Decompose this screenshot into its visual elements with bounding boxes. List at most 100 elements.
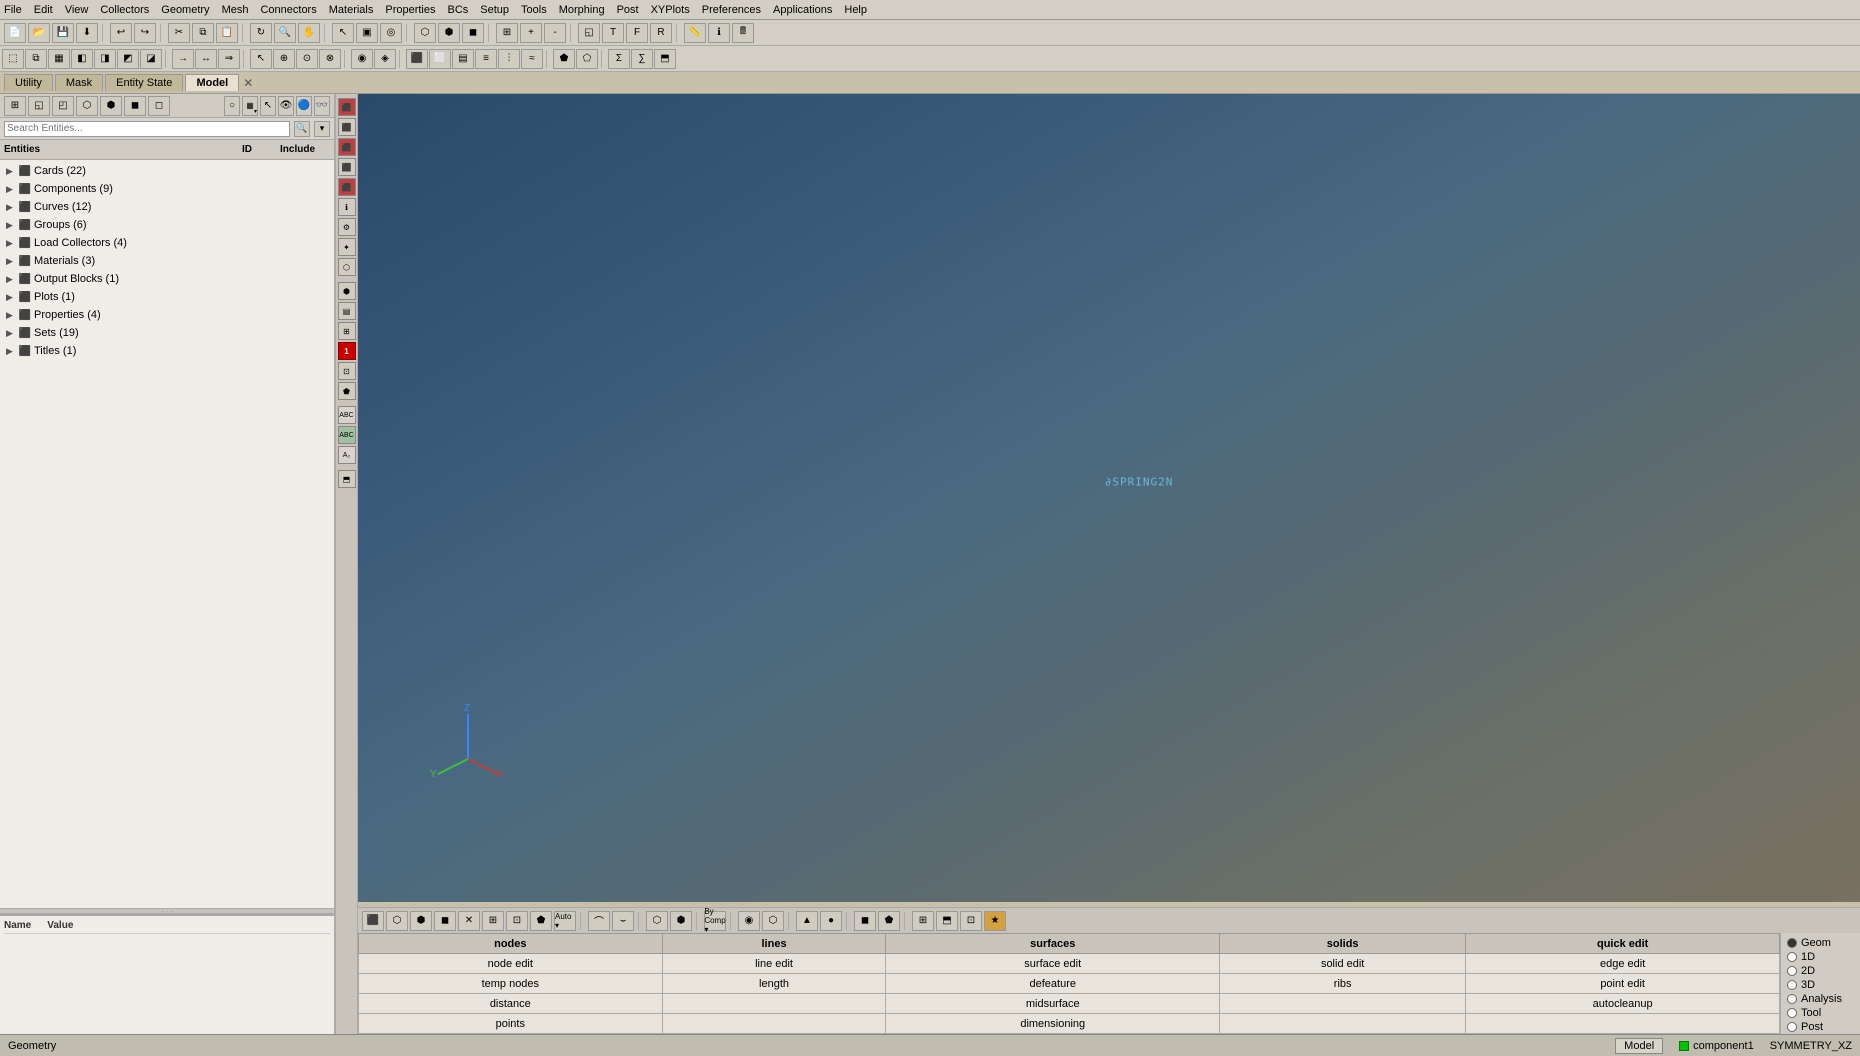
vtb-btn8[interactable]: ✦ [338,238,356,256]
tb2-18[interactable]: ⬜ [429,49,451,69]
tb2-24[interactable]: ⬠ [576,49,598,69]
menu-item-view[interactable]: View [65,4,89,16]
select-circle-btn[interactable]: ◎ [380,23,402,43]
vtb-btn3[interactable]: ⬛ [338,138,356,156]
tree-item-properties[interactable]: ▶ ⬛ Properties (4) [2,306,332,324]
tb2-9[interactable]: ↔ [195,49,217,69]
tb2-16[interactable]: ◈ [374,49,396,69]
undo-btn[interactable]: ↩ [110,23,132,43]
bt-btn21[interactable]: ⊞ [912,911,934,931]
radio-geom[interactable]: Geom [1787,937,1854,949]
radio-1d[interactable]: 1D [1787,951,1854,963]
col-surfaces[interactable]: surfaces [886,934,1220,954]
zoom-in-btn[interactable]: + [520,23,542,43]
menu-item-materials[interactable]: Materials [329,4,374,16]
tb2-7[interactable]: ◪ [140,49,162,69]
bt-btn3[interactable]: ⬢ [410,911,432,931]
bt-btn12[interactable]: ⬡ [646,911,668,931]
right-btn[interactable]: R [650,23,672,43]
bt-btn11[interactable]: ⌣ [612,911,634,931]
menu-item-morphing[interactable]: Morphing [559,4,605,16]
lp-btn5[interactable]: ⬢ [100,96,122,116]
cell-points[interactable]: points [359,1014,663,1034]
tree-item-sets[interactable]: ▶ ⬛ Sets (19) [2,324,332,342]
vtb-btn18[interactable]: ⬒ [338,470,356,488]
bt-btn23[interactable]: ⊡ [960,911,982,931]
col-quick-edit[interactable]: quick edit [1466,934,1780,954]
col-solids[interactable]: solids [1220,934,1466,954]
zoom-btn[interactable]: 🔍 [274,23,296,43]
tb2-3[interactable]: ▦ [48,49,70,69]
tb2-23[interactable]: ⬟ [553,49,575,69]
redo-btn[interactable]: ↪ [134,23,156,43]
cell-edge-edit[interactable]: edge edit [1466,954,1780,974]
fit-btn[interactable]: ⊞ [496,23,518,43]
cell-surface-edit[interactable]: surface edit [886,954,1220,974]
vtb-btn6[interactable]: ℹ [338,198,356,216]
cell-ribs[interactable]: ribs [1220,974,1466,994]
tb2-17[interactable]: ⬛ [406,49,428,69]
bt-btn16[interactable]: ⬡ [762,911,784,931]
vtb-btn1[interactable]: ⬛ [338,98,356,116]
top-btn[interactable]: T [602,23,624,43]
tb2-2[interactable]: ⧉ [25,49,47,69]
vtb-num-btn[interactable]: 1 [338,342,356,360]
copy-btn[interactable]: ⧉ [192,23,214,43]
save-btn[interactable]: 💾 [52,23,74,43]
shaded-edge-btn[interactable]: ◼ [462,23,484,43]
menu-item-mesh[interactable]: Mesh [222,4,249,16]
vtb-btn14[interactable]: ⬟ [338,382,356,400]
front-btn[interactable]: F [626,23,648,43]
tb2-20[interactable]: ≡ [475,49,497,69]
tree-item-titles[interactable]: ▶ ⬛ Titles (1) [2,342,332,360]
tb2-10[interactable]: ⇒ [218,49,240,69]
iso-btn[interactable]: ◱ [578,23,600,43]
radio-3d[interactable]: 3D [1787,979,1854,991]
col-lines[interactable]: lines [662,934,886,954]
tree-item-load-collectors[interactable]: ▶ ⬛ Load Collectors (4) [2,234,332,252]
tb2-25[interactable]: Σ [608,49,630,69]
tab-utility[interactable]: Utility [4,74,53,91]
bt-btn4[interactable]: ◼ [434,911,456,931]
tab-model[interactable]: Model [185,74,239,91]
tab-mask[interactable]: Mask [55,74,103,91]
radio-analysis[interactable]: Analysis [1787,993,1854,1005]
open-btn[interactable]: 📂 [28,23,50,43]
bt-btn14[interactable]: By Comp ▾ [704,911,726,931]
select-box-btn[interactable]: ▣ [356,23,378,43]
menu-item-applications[interactable]: Applications [773,4,832,16]
lp-btn2[interactable]: ◱ [28,96,50,116]
tb2-6[interactable]: ◩ [117,49,139,69]
col-nodes[interactable]: nodes [359,934,663,954]
bt-btn6[interactable]: ⊞ [482,911,504,931]
vtb-btn12[interactable]: ⊞ [338,322,356,340]
bt-btn8[interactable]: ⬟ [530,911,552,931]
shaded-btn[interactable]: ⬢ [438,23,460,43]
select-btn[interactable]: ↖ [332,23,354,43]
bt-btn2[interactable]: ⬡ [386,911,408,931]
tb2-1[interactable]: ⬚ [2,49,24,69]
tab-entity-state[interactable]: Entity State [105,74,183,91]
bt-btn20[interactable]: ⬟ [878,911,900,931]
vtb-btn16[interactable]: ABC [338,426,356,444]
new-btn[interactable]: 📄 [4,23,26,43]
tb2-5[interactable]: ◨ [94,49,116,69]
menu-item-properties[interactable]: Properties [385,4,435,16]
bt-btn19[interactable]: ◼ [854,911,876,931]
lp-btn1[interactable]: ⊞ [4,96,26,116]
search-options-btn[interactable]: ▾ [314,121,330,137]
tb2-26[interactable]: ∑ [631,49,653,69]
vtb-btn2[interactable]: ⬛ [338,118,356,136]
vtb-btn13[interactable]: ⊡ [338,362,356,380]
tree-item-cards[interactable]: ▶ ⬛ Cards (22) [2,162,332,180]
lp-display-btn1[interactable]: ○ [224,96,240,116]
tree-item-materials[interactable]: ▶ ⬛ Materials (3) [2,252,332,270]
menu-item-help[interactable]: Help [844,4,867,16]
bt-btn1[interactable]: ⬛ [362,911,384,931]
tb2-4[interactable]: ◧ [71,49,93,69]
vtb-btn10[interactable]: ⬢ [338,282,356,300]
menu-item-connectors[interactable]: Connectors [260,4,316,16]
tb2-22[interactable]: ≈ [521,49,543,69]
cell-length[interactable]: length [662,974,886,994]
tree-item-components[interactable]: ▶ ⬛ Components (9) [2,180,332,198]
